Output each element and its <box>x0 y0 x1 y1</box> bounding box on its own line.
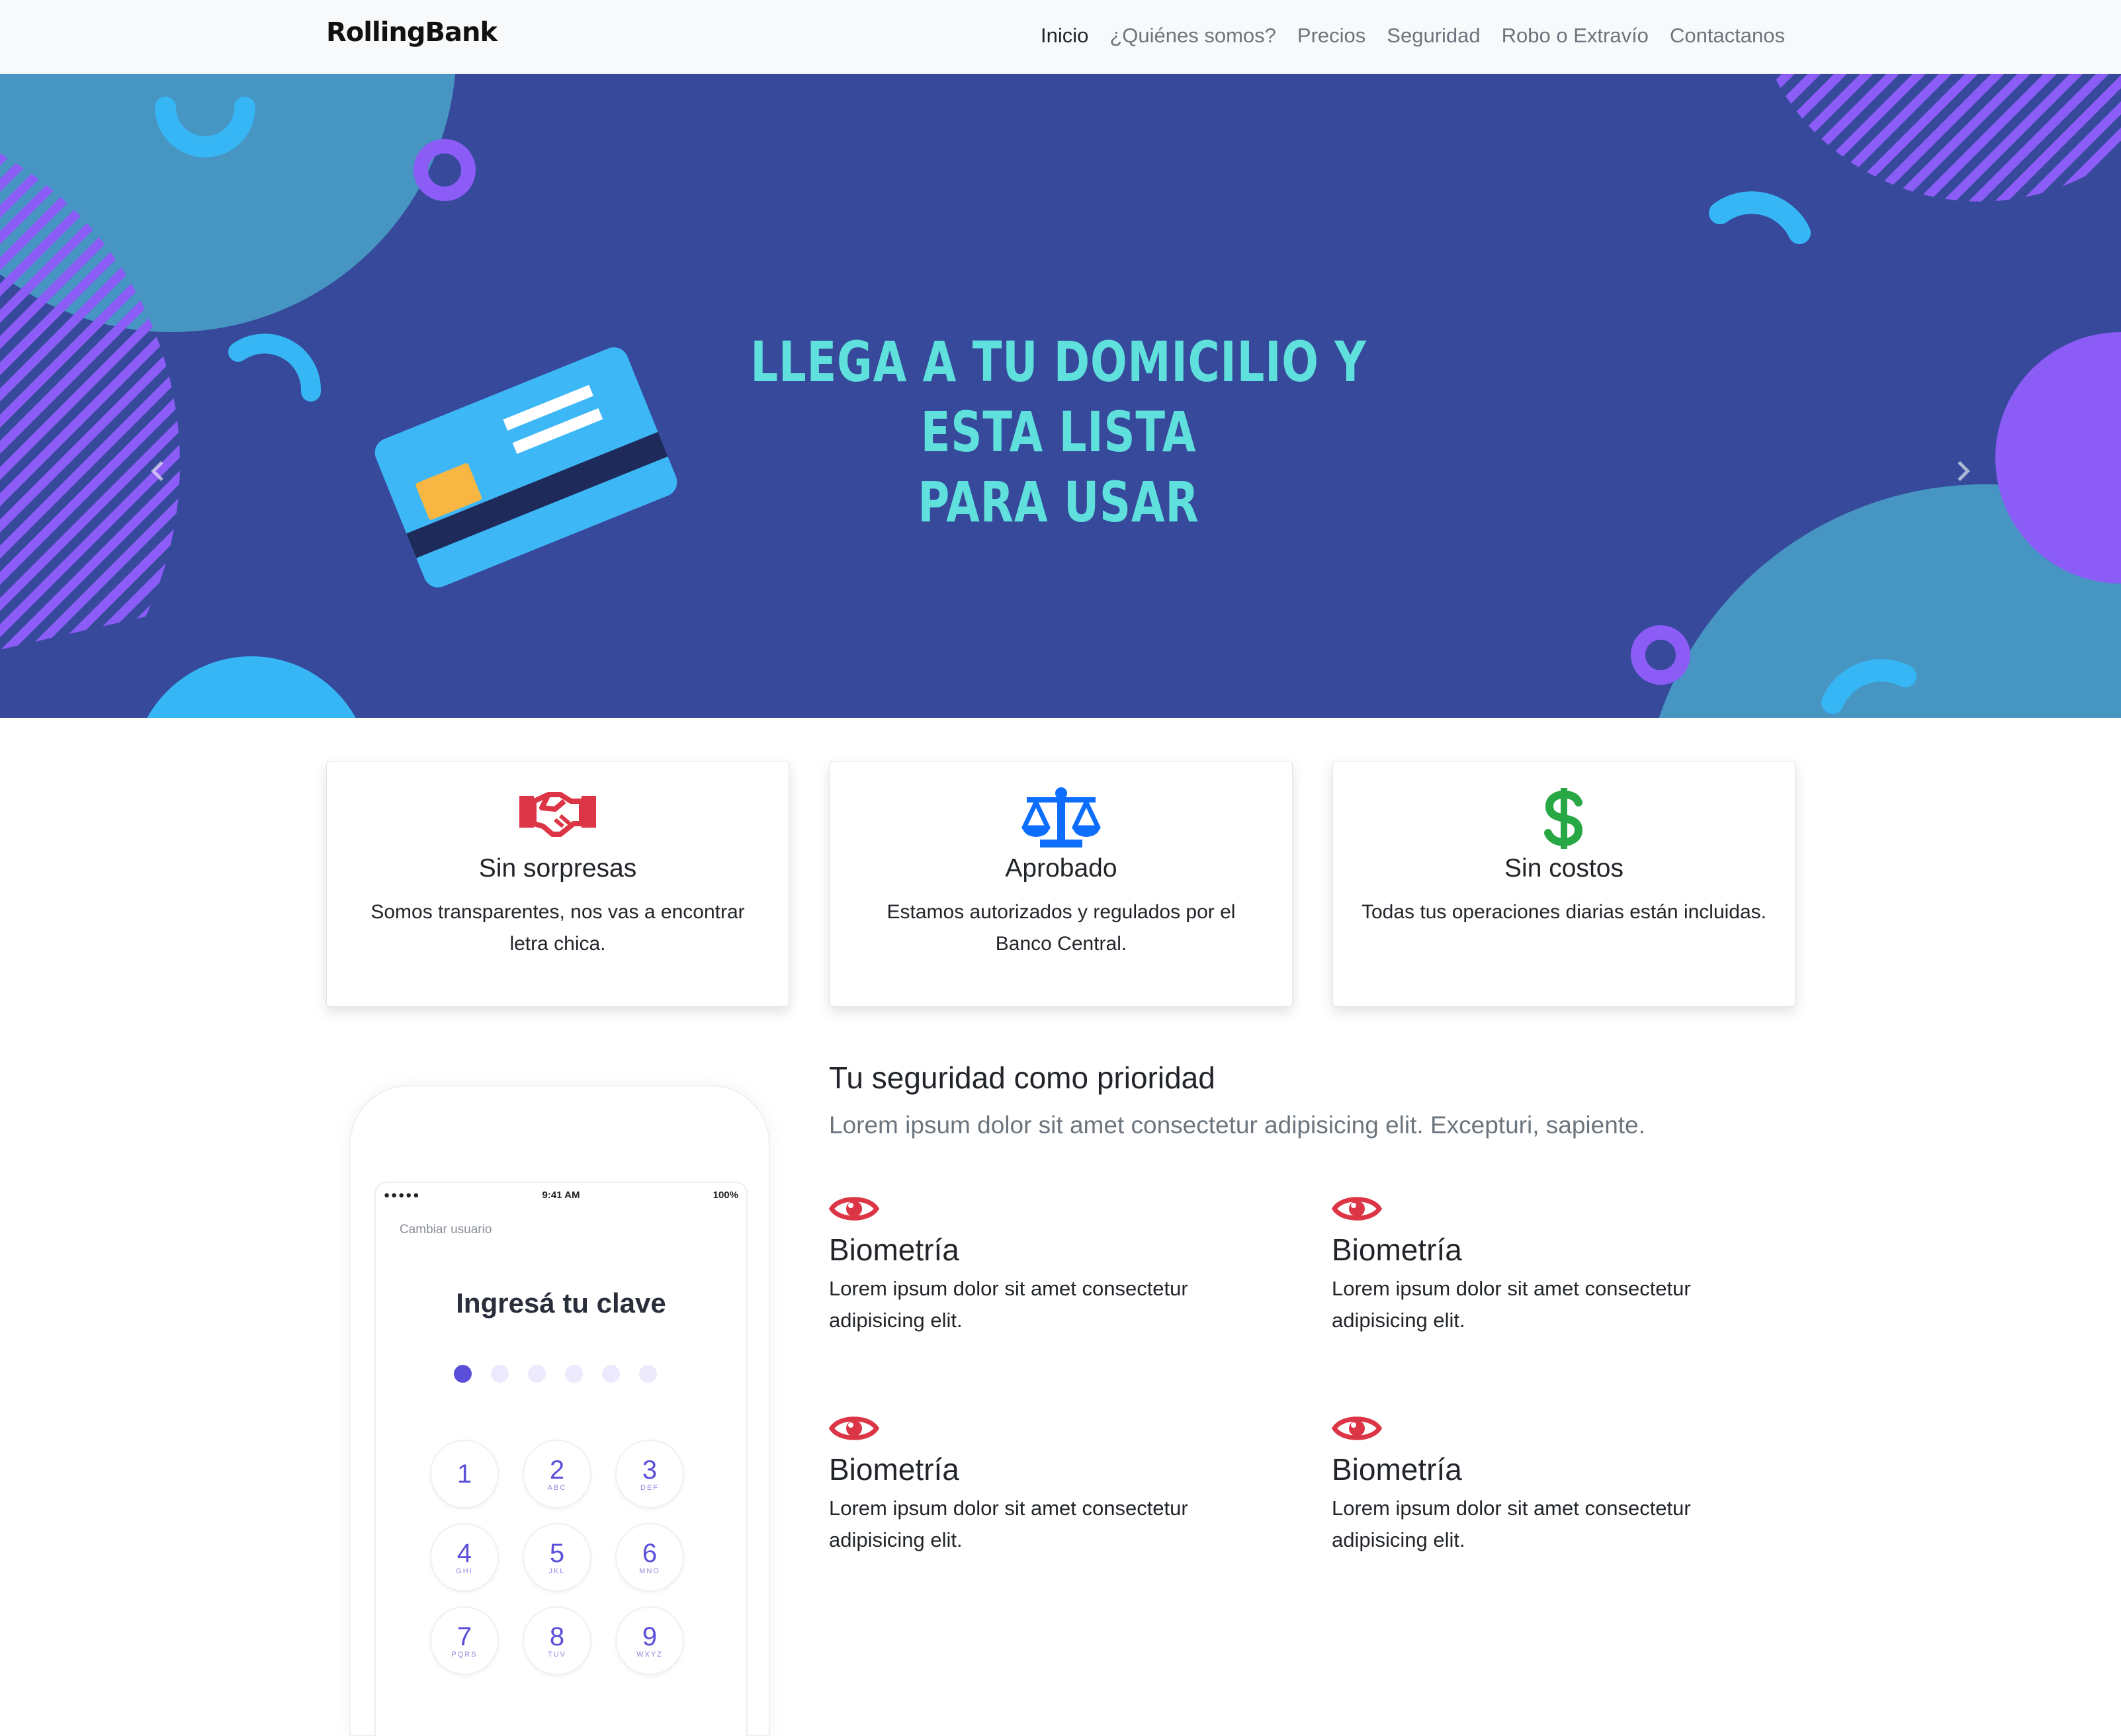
phone-status-bar: ●●●●● 9:41 AM 100% <box>384 1190 738 1205</box>
carousel-next-button[interactable] <box>1942 445 1982 498</box>
key-2[interactable]: 2 ABC <box>523 1440 591 1508</box>
feature-title: Biometría <box>1332 1452 1462 1487</box>
pin-dot-filled <box>454 1365 472 1383</box>
feature-title: Biometría <box>829 1452 959 1487</box>
key-9[interactable]: 9 WXYZ <box>615 1606 684 1675</box>
keypad: 1 2 ABC 3 DEF 4 GHI 5 JKL 6 MNO 7 PQRS 8 TUV 9W… <box>430 1440 695 1675</box>
feature-text: Lorem ipsum dolor sit amet consectetur a… <box>829 1497 1188 1551</box>
card-sin-sorpresas: Sin sorpresas Somos transparentes, nos v… <box>326 761 789 1007</box>
cambiar-usuario-link[interactable]: Cambiar usuario <box>400 1223 492 1237</box>
dollar-icon <box>1333 787 1795 849</box>
pin-dot <box>602 1365 620 1383</box>
security-lead: Lorem ipsum dolor sit amet consectetur a… <box>829 1111 1645 1139</box>
nav-link-robo-extravio[interactable]: Robo o Extravío <box>1502 24 1649 48</box>
feature-biometria-4: Biometría Lorem ipsum dolor sit amet con… <box>1331 1410 1755 1556</box>
security-title: Tu seguridad como prioridad <box>829 1061 1215 1095</box>
nav-link-quienes-somos[interactable]: ¿Quiénes somos? <box>1109 24 1276 48</box>
feature-biometria-1: Biometría Lorem ipsum dolor sit amet con… <box>828 1191 1252 1336</box>
card-title: Aprobado <box>1005 854 1117 883</box>
pin-dot <box>565 1365 583 1383</box>
key-6[interactable]: 6 MNO <box>615 1523 684 1592</box>
key-4[interactable]: 4 GHI <box>430 1523 499 1592</box>
card-title: Sin costos <box>1504 854 1623 883</box>
phone-mockup: ●●●●● 9:41 AM 100% Cambiar usuario Ingre… <box>349 1085 770 1736</box>
hero-carousel: LLEGA A TU DOMICILIO Y ESTA LISTA PARA U… <box>0 74 2121 718</box>
key-5[interactable]: 5 JKL <box>523 1523 591 1592</box>
pin-title: Ingresá tu clave <box>456 1287 666 1319</box>
chevron-left-icon <box>151 460 163 482</box>
feature-text: Lorem ipsum dolor sit amet consectetur a… <box>829 1277 1188 1332</box>
eye-icon <box>1331 1197 1383 1221</box>
carousel-prev-button[interactable] <box>139 445 179 498</box>
chevron-right-icon <box>1958 460 1970 482</box>
balance-scale-icon <box>830 787 1292 847</box>
hero-headline-line1: LLEGA A TU DOMICILIO Y ESTA LISTA <box>750 329 1367 464</box>
phone-time: 9:41 AM <box>542 1190 580 1201</box>
nav-link-contactanos[interactable]: Contactanos <box>1670 24 1785 48</box>
feature-text: Lorem ipsum dolor sit amet consectetur a… <box>1332 1277 1691 1332</box>
eye-icon <box>828 1197 880 1221</box>
nav-link-seguridad[interactable]: Seguridad <box>1387 24 1480 48</box>
key-1[interactable]: 1 <box>430 1440 499 1508</box>
battery-indicator: 100% <box>713 1190 738 1201</box>
feature-title: Biometría <box>1332 1233 1462 1267</box>
phone-screen: ●●●●● 9:41 AM 100% Cambiar usuario Ingre… <box>374 1182 748 1736</box>
pin-dots <box>454 1365 657 1383</box>
card-text: Estamos autorizados y regulados por el B… <box>887 901 1236 955</box>
card-title: Sin sorpresas <box>478 854 637 883</box>
handshake-icon <box>327 787 789 846</box>
pin-dot <box>528 1365 546 1383</box>
brand-logo[interactable]: RollingBank <box>326 17 498 48</box>
eye-icon <box>828 1416 880 1440</box>
card-aprobado: Aprobado Estamos autorizados y regulados… <box>830 761 1293 1007</box>
key-7[interactable]: 7 PQRS <box>430 1606 499 1675</box>
card-sin-costos: Sin costos Todas tus operaciones diarias… <box>1332 761 1796 1007</box>
hero-headline-line2: PARA USAR <box>918 470 1199 535</box>
eye-icon <box>1331 1416 1383 1440</box>
feature-text: Lorem ipsum dolor sit amet consectetur a… <box>1332 1497 1691 1551</box>
card-text: Somos transparentes, nos vas a encontrar… <box>370 901 745 955</box>
pin-dot <box>491 1365 509 1383</box>
nav-links: Inicio ¿Quiénes somos? Precios Seguridad… <box>1041 24 1785 48</box>
hero-headline: LLEGA A TU DOMICILIO Y ESTA LISTA PARA U… <box>738 327 1378 537</box>
pin-dot <box>639 1365 657 1383</box>
key-8[interactable]: 8 TUV <box>523 1606 591 1675</box>
card-text: Todas tus operaciones diarias están incl… <box>1361 901 1767 923</box>
feature-biometria-2: Biometría Lorem ipsum dolor sit amet con… <box>1331 1191 1755 1336</box>
navbar: RollingBank Inicio ¿Quiénes somos? Preci… <box>0 0 2121 74</box>
feature-biometria-3: Biometría Lorem ipsum dolor sit amet con… <box>828 1410 1252 1556</box>
feature-title: Biometría <box>829 1233 959 1267</box>
nav-link-inicio[interactable]: Inicio <box>1041 24 1088 48</box>
nav-link-precios[interactable]: Precios <box>1297 24 1365 48</box>
key-3[interactable]: 3 DEF <box>615 1440 684 1508</box>
